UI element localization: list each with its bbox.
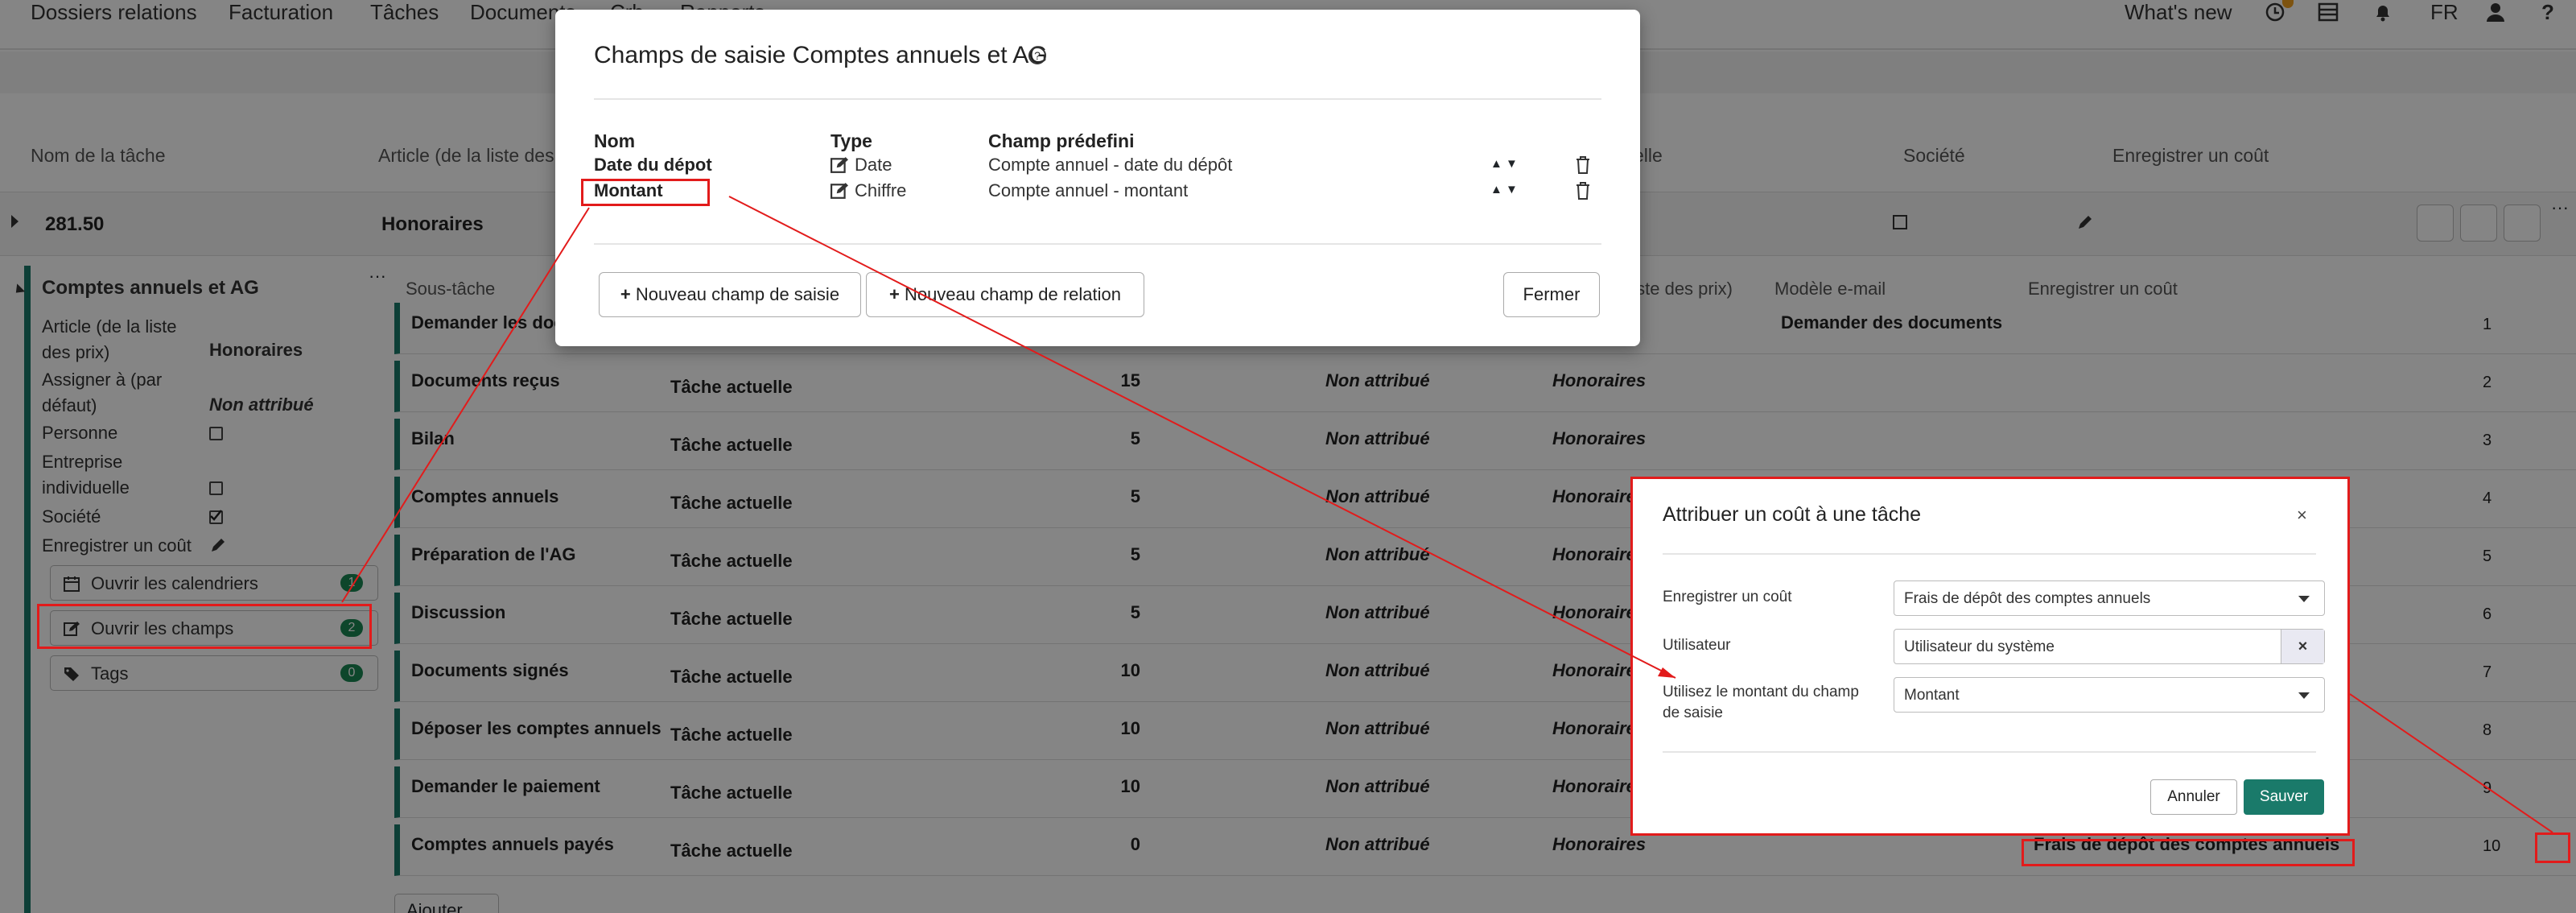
annotation-line	[728, 196, 1676, 679]
arrowhead-icon	[1658, 667, 1675, 678]
annotation-arrows	[341, 196, 2553, 833]
annotation-line	[2349, 693, 2553, 833]
annotation-line	[341, 207, 590, 603]
